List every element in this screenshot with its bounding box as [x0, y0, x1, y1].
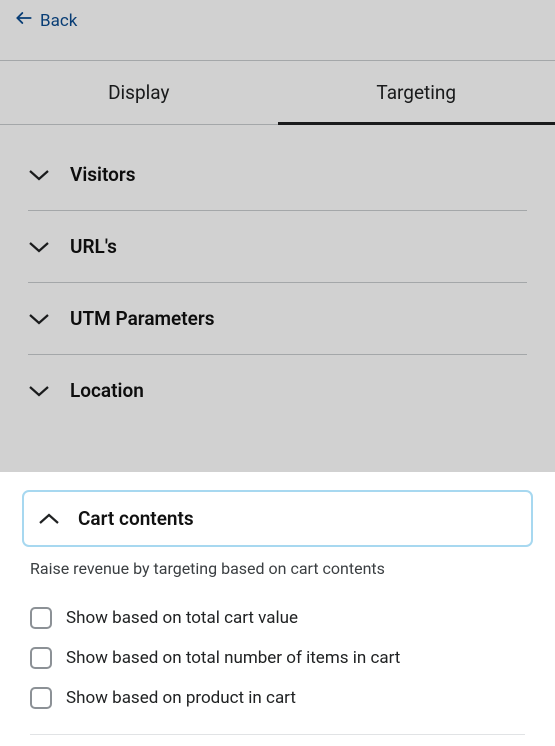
- checkbox[interactable]: [30, 647, 52, 669]
- chevron-down-icon: [28, 380, 50, 402]
- option-label: Show based on total cart value: [66, 608, 298, 628]
- back-label: Back: [40, 11, 77, 31]
- section-urls-title: URL's: [70, 235, 117, 258]
- option-label: Show based on total number of items in c…: [66, 648, 400, 668]
- option-total-items[interactable]: Show based on total number of items in c…: [30, 638, 525, 678]
- checkbox[interactable]: [30, 607, 52, 629]
- section-visitors-title: Visitors: [70, 163, 136, 186]
- section-visitors[interactable]: Visitors: [28, 145, 527, 211]
- section-location[interactable]: Location: [28, 355, 527, 426]
- option-label: Show based on product in cart: [66, 688, 296, 708]
- tab-display[interactable]: Display: [0, 61, 278, 124]
- cart-contents-panel: Cart contents Raise revenue by targeting…: [0, 472, 555, 735]
- chevron-down-icon: [28, 308, 50, 330]
- tab-display-label: Display: [108, 81, 169, 104]
- section-urls[interactable]: URL's: [28, 211, 527, 283]
- option-product-in-cart[interactable]: Show based on product in cart: [30, 678, 525, 718]
- chevron-down-icon: [28, 164, 50, 186]
- option-total-cart-value[interactable]: Show based on total cart value: [30, 598, 525, 638]
- arrow-left-icon: [14, 8, 34, 33]
- section-utm-title: UTM Parameters: [70, 307, 214, 330]
- chevron-down-icon: [28, 236, 50, 258]
- tab-targeting[interactable]: Targeting: [278, 61, 555, 124]
- checkbox[interactable]: [30, 687, 52, 709]
- divider: [30, 734, 525, 735]
- section-location-title: Location: [70, 379, 144, 402]
- back-button[interactable]: Back: [14, 8, 77, 33]
- cart-panel-description: Raise revenue by targeting based on cart…: [30, 559, 525, 578]
- section-cart-title: Cart contents: [78, 507, 194, 530]
- chevron-up-icon: [38, 508, 60, 530]
- section-cart-contents[interactable]: Cart contents: [22, 490, 533, 547]
- section-utm[interactable]: UTM Parameters: [28, 283, 527, 355]
- tab-targeting-label: Targeting: [376, 81, 456, 104]
